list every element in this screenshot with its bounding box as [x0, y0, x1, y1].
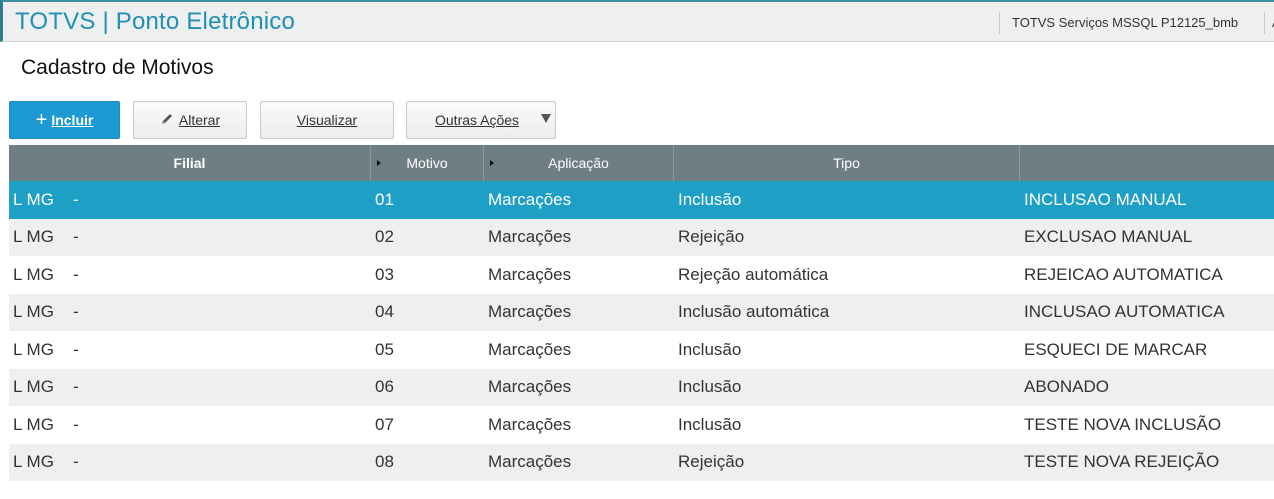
cell-dash: -	[73, 452, 79, 472]
column-header-aplicacao[interactable]: Aplicação	[484, 145, 674, 181]
column-header-filial[interactable]: Filial	[9, 145, 371, 181]
plus-icon: +	[35, 109, 48, 131]
cell-aplicacao: Marcações	[488, 302, 572, 322]
cell-tipo: Inclusão	[678, 414, 742, 434]
cell-tipo: Rejeição	[678, 227, 745, 247]
cell-aplicacao: Marcações	[488, 339, 572, 359]
cell-descricao: ESQUECI DE MARCAR	[1024, 339, 1208, 359]
cell-filial: L MG	[13, 227, 54, 247]
grid-body: L MG -01 Marcações Inclusão INCLUSAO MANUAL L…	[9, 181, 1274, 481]
cell-aplicacao: Marcações	[488, 452, 572, 472]
cell-dash: -	[73, 189, 79, 209]
cell-dash: -	[73, 414, 79, 434]
cell-tipo: Inclusão	[678, 377, 742, 397]
environment-label[interactable]: TOTVS Serviços MSSQL P12125_bmb	[1012, 15, 1238, 30]
sort-icon	[377, 160, 381, 166]
table-row[interactable]: L MG - 05 Marcações Inclusão ESQUECI DE MARCA…	[9, 331, 1274, 369]
page-title: Cadastro de Motivos	[21, 56, 214, 79]
cell-filial: L MG	[13, 302, 54, 322]
header-divider	[999, 12, 1000, 34]
header-divider	[1264, 12, 1265, 34]
cell-filial: L MG	[13, 377, 54, 397]
table-row[interactable]: L MG - 02 Marcações Rejeição EXCLUSAO MANUAL	[9, 218, 1274, 256]
cell-motivo: 08	[375, 452, 394, 472]
column-header-tipo[interactable]: Tipo	[674, 145, 1020, 181]
caret-down-icon[interactable]	[541, 114, 551, 123]
cell-tipo: Inclusão	[678, 189, 742, 209]
cell-motivo: 01	[375, 189, 394, 209]
cell-dash: -	[73, 264, 79, 284]
app-title: TOTVS | Ponto Eletrônico	[15, 8, 296, 35]
cell-aplicacao: Marcações	[488, 377, 572, 397]
pencil-icon	[160, 112, 174, 129]
table-row[interactable]: L MG - 04 Marcações Inclusão automática INCLU…	[9, 293, 1274, 331]
alterar-label: Alterar	[178, 112, 221, 128]
alterar-button[interactable]: Alterar	[133, 101, 247, 139]
cell-dash: -	[73, 227, 79, 247]
visualizar-button[interactable]: Visualizar	[260, 101, 394, 139]
cell-filial: L MG	[13, 339, 54, 359]
cell-aplicacao: Marcações	[488, 414, 572, 434]
column-header-motivo[interactable]: Motivo	[371, 145, 484, 181]
app-window: TOTVS | Ponto Eletrônico TOTVS Serviços …	[0, 0, 1274, 499]
cell-tipo: Inclusão automática	[678, 302, 830, 322]
cell-motivo: 04	[375, 302, 394, 322]
cell-tipo: Rejeção automática	[678, 264, 829, 284]
table-row[interactable]: L MG - 08 Marcações Rejeição TESTE NOVA REJEI…	[9, 443, 1274, 481]
cell-filial: L MG	[13, 414, 54, 434]
cell-descricao: INCLUSAO AUTOMATICA	[1024, 302, 1225, 322]
cell-descricao: INCLUSAO MANUAL	[1024, 189, 1187, 209]
column-header-descricao[interactable]	[1020, 145, 1274, 181]
cell-tipo: Inclusão	[678, 339, 742, 359]
outras-acoes-label: Outras Ações	[435, 112, 520, 128]
cell-motivo: 05	[375, 339, 394, 359]
cell-filial: L MG	[13, 264, 54, 284]
cell-descricao: ABONADO	[1024, 377, 1110, 397]
grid-header: Filial Motivo Aplicação Tipo	[9, 145, 1274, 181]
cell-aplicacao: Marcações	[488, 189, 572, 209]
table-row[interactable]: L MG - 07 Marcações Inclusão TESTE NOVA INCLU…	[9, 406, 1274, 444]
outras-acoes-button[interactable]: Outras Ações	[406, 101, 556, 139]
table-row[interactable]: L MG - 06 Marcações Inclusão ABONADO	[9, 368, 1274, 406]
cell-descricao: EXCLUSAO MANUAL	[1024, 227, 1193, 247]
cell-descricao: TESTE NOVA INCLUSÃO	[1024, 414, 1222, 434]
cell-tipo: Rejeição	[678, 452, 745, 472]
cell-motivo: 06	[375, 377, 394, 397]
cell-descricao: REJEICAO AUTOMATICA	[1024, 264, 1223, 284]
cell-motivo: 07	[375, 414, 394, 434]
cell-descricao: TESTE NOVA REJEIÇÃO	[1024, 452, 1220, 472]
cell-dash: -	[73, 302, 79, 322]
cell-aplicacao: Marcações	[488, 264, 572, 284]
cell-dash: -	[73, 377, 79, 397]
visualizar-label: Visualizar	[296, 112, 358, 128]
cell-filial: L MG	[13, 452, 54, 472]
cell-motivo: 02	[375, 227, 394, 247]
cell-motivo: 03	[375, 264, 394, 284]
table-row[interactable]: L MG - 01 Marcações Inclusão INCLUSAO MANUAL	[9, 181, 1274, 219]
table-row[interactable]: L MG - 03 Marcações Rejeção automática REJEIC…	[9, 256, 1274, 294]
motivos-grid: Filial Motivo Aplicação Tipo L MG -01 Marc…	[9, 145, 1274, 481]
cell-filial: L MG	[13, 189, 54, 209]
incluir-label: Incluir	[51, 112, 94, 128]
sort-icon	[490, 160, 494, 166]
cell-dash: -	[73, 339, 79, 359]
app-header: TOTVS | Ponto Eletrônico TOTVS Serviços …	[0, 0, 1274, 42]
cell-aplicacao: Marcações	[488, 227, 572, 247]
incluir-button[interactable]: + Incluir	[9, 101, 120, 139]
